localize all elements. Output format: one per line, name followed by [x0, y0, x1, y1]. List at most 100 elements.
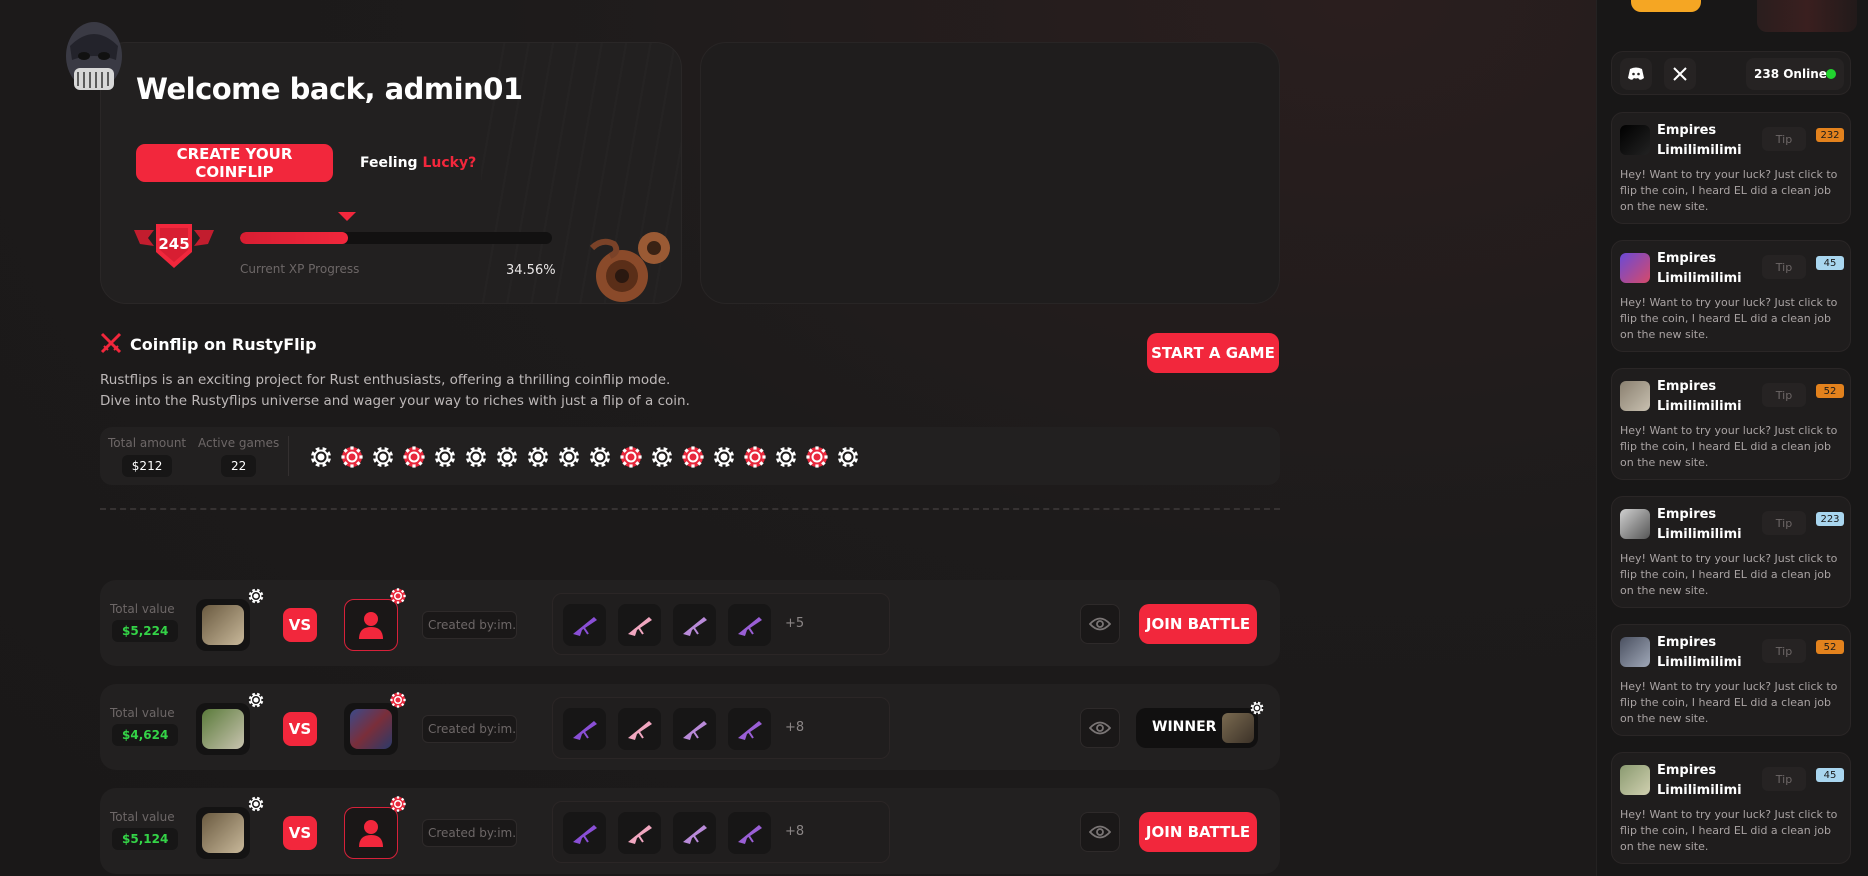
join-battle-button[interactable]: JOIN BATTLE	[1139, 812, 1257, 852]
weapon-skin-item[interactable]	[673, 708, 716, 750]
empty-slot-avatar[interactable]	[344, 807, 398, 859]
chat-username: Empires Limilimilimi	[1657, 379, 1742, 414]
section-title: Coinflip on RustyFlip	[130, 335, 317, 354]
level-number: 245	[158, 235, 189, 253]
items-panel: +8	[552, 697, 890, 759]
chat-text: Hey! Want to try your luck? Just click t…	[1620, 424, 1838, 469]
view-game-button[interactable]	[1080, 708, 1120, 748]
active-games-stat: Active games 22	[198, 436, 279, 477]
weapon-skin-item[interactable]	[563, 812, 606, 854]
stats-divider	[288, 436, 289, 476]
eye-icon	[1089, 825, 1111, 839]
chat-message: Empires Limilimilimi Tip 45 Hey! Want to…	[1611, 752, 1851, 864]
online-count: 238 Online	[1746, 58, 1844, 90]
weapon-skin-item[interactable]	[673, 604, 716, 646]
chat-avatar	[1620, 509, 1650, 539]
white-coin-icon	[558, 446, 580, 468]
created-by: Created by:im...	[422, 819, 517, 847]
user-icon	[359, 612, 383, 639]
creator-avatar	[196, 599, 250, 651]
weapon-skin-item[interactable]	[618, 812, 661, 854]
chat-text: Hey! Want to try your luck? Just click t…	[1620, 296, 1838, 341]
rifle-icon	[682, 721, 707, 740]
vs-badge: VS	[283, 712, 317, 746]
xp-marker	[338, 212, 356, 221]
x-button[interactable]	[1664, 58, 1696, 90]
weapon-skin-item[interactable]	[563, 604, 606, 646]
weapon-skin-item[interactable]	[728, 812, 771, 854]
white-coin-icon	[775, 446, 797, 468]
weapon-skin-item[interactable]	[618, 708, 661, 750]
tip-button[interactable]: Tip	[1762, 639, 1806, 663]
more-items-count: +8	[785, 824, 805, 839]
total-amount-stat: Total amount $212	[108, 436, 186, 477]
tip-button[interactable]: Tip	[1762, 511, 1806, 535]
weapon-skin-item[interactable]	[563, 708, 606, 750]
weapon-skin-item[interactable]	[728, 604, 771, 646]
chat-message: Empires Limilimilimi Tip 52 Hey! Want to…	[1611, 368, 1851, 480]
gears-icon	[589, 232, 670, 302]
weapon-skin-item[interactable]	[673, 812, 716, 854]
chat-username: Empires Limilimilimi	[1657, 251, 1742, 286]
feeling-lucky-link[interactable]: Feeling Lucky?	[360, 155, 476, 171]
chat-text: Hey! Want to try your luck? Just click t…	[1620, 552, 1838, 597]
weapon-skin-item[interactable]	[728, 708, 771, 750]
discord-icon	[1628, 67, 1644, 80]
user-level-badge: 45	[1816, 256, 1844, 270]
featured-card	[700, 42, 1280, 304]
red-coin-icon	[341, 446, 363, 468]
discord-button[interactable]	[1620, 58, 1652, 90]
section-description: Rustflips is an exciting project for Rus…	[100, 372, 690, 409]
xp-percent: 34.56%	[506, 263, 556, 278]
divider	[100, 508, 1280, 510]
chat-username: Empires Limilimilimi	[1657, 123, 1742, 158]
items-panel: +5	[552, 593, 890, 655]
total-value-label: Total value	[110, 602, 175, 616]
rifle-icon	[572, 617, 597, 636]
red-coin-icon	[390, 588, 406, 604]
creator-avatar	[196, 703, 250, 755]
chat-message: Empires Limilimilimi Tip 52 Hey! Want to…	[1611, 624, 1851, 736]
user-level-badge: 52	[1816, 640, 1844, 654]
tip-button[interactable]: Tip	[1762, 383, 1806, 407]
white-coin-icon	[310, 446, 332, 468]
stats-bar: Total amount $212 Active games 22	[100, 427, 1280, 485]
crossed-swords-icon	[100, 332, 122, 354]
tip-button[interactable]: Tip	[1762, 255, 1806, 279]
user-level-badge: 232	[1816, 128, 1844, 142]
white-coin-icon	[248, 796, 264, 812]
game-row: Total value $5,224 VS Created by:im... +…	[100, 580, 1280, 666]
white-coin-icon	[589, 446, 611, 468]
more-items-count: +8	[785, 720, 805, 735]
join-battle-button[interactable]: JOIN BATTLE	[1139, 604, 1257, 644]
online-dot	[1826, 69, 1836, 79]
total-value: $5,124	[112, 828, 179, 850]
white-coin-icon	[651, 446, 673, 468]
white-coin-icon	[434, 446, 456, 468]
white-coin-icon	[496, 446, 518, 468]
chat-message: Empires Limilimilimi Tip 232 Hey! Want t…	[1611, 112, 1851, 224]
tip-button[interactable]: Tip	[1762, 127, 1806, 151]
chat-avatar	[1620, 125, 1650, 155]
create-coinflip-button[interactable]: CREATE YOUR COINFLIP	[136, 144, 333, 182]
weapon-skin-item[interactable]	[618, 604, 661, 646]
user-level-badge: 45	[1816, 768, 1844, 782]
tip-button[interactable]: Tip	[1762, 767, 1806, 791]
start-game-button[interactable]: START A GAME	[1147, 333, 1279, 373]
chat-sidebar: 238 Online Empires Limilimilimi Tip 232 …	[1596, 0, 1868, 876]
white-coin-icon	[713, 446, 735, 468]
vs-badge: VS	[283, 816, 317, 850]
x-icon	[1673, 67, 1687, 81]
view-game-button[interactable]	[1080, 812, 1120, 852]
red-coin-icon	[744, 446, 766, 468]
view-game-button[interactable]	[1080, 604, 1120, 644]
items-panel: +8	[552, 801, 890, 863]
top-button[interactable]	[1631, 0, 1701, 12]
welcome-title: Welcome back, admin01	[136, 72, 523, 106]
red-coin-icon	[620, 446, 642, 468]
game-row: Total value $5,124 VS Created by:im... +…	[100, 788, 1280, 874]
eye-icon	[1089, 617, 1111, 631]
total-value-label: Total value	[110, 706, 175, 720]
chat-username: Empires Limilimilimi	[1657, 635, 1742, 670]
empty-slot-avatar[interactable]	[344, 599, 398, 651]
